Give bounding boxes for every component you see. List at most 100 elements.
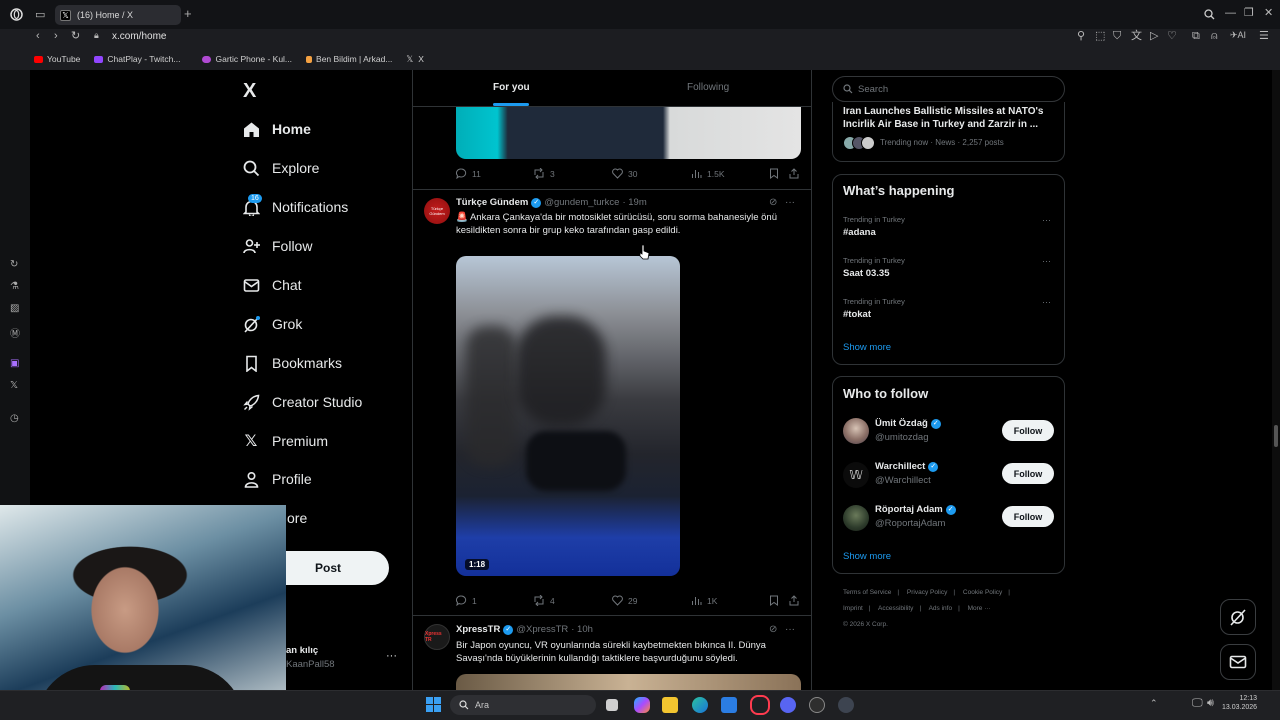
opera-logo-icon[interactable] — [10, 8, 23, 24]
scrollbar-thumb[interactable] — [1274, 425, 1278, 447]
grok-explain-icon[interactable]: ⊘ — [769, 624, 777, 635]
tweet-author-name[interactable]: Türkçe Gündem — [456, 197, 528, 208]
tweet-media[interactable] — [456, 674, 801, 690]
footer-link[interactable]: Cookie Policy — [963, 589, 1002, 596]
heart-icon[interactable]: ♡ — [1167, 31, 1177, 42]
tweet-time[interactable]: · 19m — [622, 197, 646, 208]
views-button[interactable]: 1.5K — [691, 168, 725, 179]
trend-item[interactable]: #adana — [843, 227, 876, 238]
suggested-account-name[interactable]: Ümit Özdağ ✓ — [875, 418, 941, 429]
extensions-icon[interactable]: ⧉ — [1192, 31, 1200, 42]
page-scrollbar[interactable] — [1272, 70, 1280, 690]
tweet-more-icon[interactable]: ··· — [785, 197, 795, 208]
follow-button[interactable]: Follow — [1002, 420, 1054, 441]
easy-setup-icon[interactable]: ☰ — [1259, 31, 1269, 42]
views-button[interactable]: 1K — [691, 595, 717, 606]
nav-profile[interactable]: Profile — [242, 466, 312, 492]
taskbar-clock[interactable]: 12:13 13.03.2026 — [1222, 694, 1257, 712]
nav-explore[interactable]: Explore — [242, 155, 319, 181]
tab-for-you[interactable]: For you — [493, 82, 530, 93]
trend-more-icon[interactable]: ··· — [1042, 297, 1051, 307]
nav-premium[interactable]: 𝕏 Premium — [242, 428, 328, 454]
grok-explain-icon[interactable]: ⊘ — [769, 197, 777, 208]
tweet-avatar[interactable]: Xpress TR — [424, 624, 450, 650]
search-tabs-icon[interactable] — [1204, 9, 1215, 23]
reload-icon[interactable]: ↻ — [71, 31, 80, 42]
bookmark-chatplay[interactable]: ChatPlay - Twitch... — [94, 54, 180, 64]
nav-bookmarks[interactable]: Bookmarks — [242, 350, 342, 376]
search-input[interactable]: Search — [832, 76, 1065, 102]
footer-link[interactable]: Ads info — [929, 605, 953, 612]
obs-icon[interactable] — [809, 697, 825, 713]
reply-button[interactable]: 11 — [456, 168, 481, 179]
main-feed[interactable]: For you Following 11 3 30 1.5K Türkçe Gü… — [412, 70, 812, 690]
maximize-icon[interactable]: ❐ — [1244, 8, 1254, 19]
repost-button[interactable]: 4 — [533, 595, 555, 606]
footer-link[interactable]: Imprint — [843, 605, 863, 612]
trend-item[interactable]: Saat 03.35 — [843, 268, 889, 279]
follow-button[interactable]: Follow — [1002, 463, 1054, 484]
opera-taskbar-icon[interactable] — [750, 695, 770, 715]
volume-icon[interactable]: 🔊︎ — [1207, 698, 1214, 709]
network-icon[interactable]: 🖵︎ — [1192, 698, 1203, 709]
aria-ai-icon[interactable]: ✈AI — [1230, 31, 1246, 40]
bookmark-tweet-button[interactable] — [769, 168, 784, 179]
browser-tab-home[interactable]: 𝕏 (16) Home / X — [55, 5, 181, 25]
bookmark-x[interactable]: 𝕏X — [406, 54, 424, 65]
like-button[interactable]: 30 — [612, 168, 637, 179]
follow-button[interactable]: Follow — [1002, 506, 1054, 527]
footer-link[interactable]: Accessibility — [878, 605, 913, 612]
bookmark-tweet-button[interactable] — [769, 595, 784, 606]
suggested-account-name[interactable]: Warchillect ✓ — [875, 461, 939, 472]
share-button[interactable] — [789, 595, 804, 606]
account-more-icon[interactable]: ··· — [386, 650, 397, 662]
footer-link[interactable]: Privacy Policy — [907, 589, 947, 596]
suggested-account-name[interactable]: Röportaj Adam ✓ — [875, 504, 956, 515]
discord-icon[interactable] — [780, 697, 796, 713]
trend-more-icon[interactable]: ··· — [1042, 215, 1051, 225]
pin-icon[interactable]: ⚲ — [1077, 31, 1085, 42]
share-button[interactable] — [789, 168, 804, 179]
minimize-icon[interactable]: — — [1225, 8, 1236, 19]
address-bar[interactable]: x.com/home — [112, 31, 166, 42]
shield-icon[interactable]: ⛉ — [1113, 31, 1121, 42]
tweet-author-name[interactable]: XpressTR — [456, 624, 500, 635]
file-explorer-icon[interactable] — [662, 697, 678, 713]
edge-icon[interactable] — [692, 697, 708, 713]
store-icon[interactable] — [721, 697, 737, 713]
tab-island-icon[interactable]: ▭ — [35, 10, 45, 21]
nav-chat[interactable]: Chat — [242, 272, 302, 298]
close-window-icon[interactable]: ✕ — [1264, 8, 1273, 19]
snapshot-icon[interactable]: ⬚ — [1095, 31, 1105, 42]
tray-chevron-icon[interactable]: ⌃ — [1150, 699, 1158, 708]
tweet-time[interactable]: · 10h — [571, 624, 593, 635]
previous-tweet-media[interactable] — [456, 107, 801, 159]
account-icon[interactable]: ⍝ — [1211, 31, 1218, 42]
bookmark-gartic[interactable]: Gartic Phone - Kul... — [202, 54, 292, 64]
who-to-follow-show-more-link[interactable]: Show more — [843, 551, 891, 562]
translate-icon[interactable]: 文 — [1131, 31, 1142, 42]
repost-button[interactable]: 3 — [533, 168, 555, 179]
forward-icon[interactable]: › — [54, 31, 58, 42]
footer-link[interactable]: Terms of Service — [843, 589, 891, 596]
flow-icon[interactable]: ⚗ — [10, 281, 19, 292]
tweet-more-icon[interactable]: ··· — [785, 624, 795, 635]
tweet-avatar[interactable]: Türkçe Gündem — [424, 198, 450, 224]
windows-start-icon[interactable] — [426, 697, 441, 717]
tweet-author-handle[interactable]: @XpressTR — [516, 624, 568, 635]
nav-home[interactable]: Home — [242, 116, 311, 142]
messenger-icon[interactable]: Ⓜ — [10, 325, 20, 340]
twitch-icon[interactable]: ▣ — [10, 358, 19, 369]
pinboard-icon[interactable]: ▨ — [10, 303, 19, 314]
clock-icon[interactable]: ◷ — [10, 413, 19, 424]
trend-item[interactable]: #tokat — [843, 309, 871, 320]
history-icon[interactable]: ↻ — [10, 259, 18, 270]
taskbar-search-input[interactable]: Ara — [450, 695, 596, 715]
avatar[interactable]: 𝕎 — [843, 462, 869, 488]
reply-button[interactable]: 1 — [456, 595, 477, 606]
nav-creator-studio[interactable]: Creator Studio — [242, 389, 362, 415]
messages-float-button[interactable] — [1220, 644, 1256, 680]
bookmark-benbildim[interactable]: Ben Bildim | Arkad... — [306, 54, 392, 64]
new-tab-icon[interactable]: + — [184, 6, 192, 21]
x-sidebar-icon[interactable]: 𝕏 — [10, 380, 18, 391]
